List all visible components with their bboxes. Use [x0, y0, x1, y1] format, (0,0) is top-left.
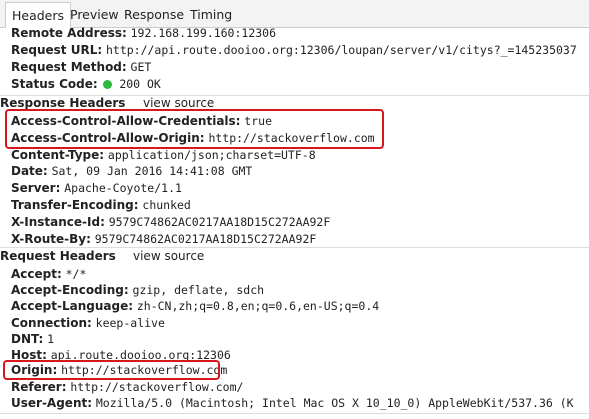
response-header-row: Content-Type: application/json;charset=U…: [11, 147, 316, 164]
header-key: User-Agent:: [11, 396, 93, 410]
header-key: Connection:: [11, 316, 92, 330]
request-header-row: DNT: 1: [11, 331, 54, 348]
header-value: http://api.route.dooioo.org:12306/loupan…: [105, 43, 577, 57]
request-header-row: Connection: keep-alive: [11, 315, 165, 332]
header-value: */*: [65, 267, 87, 281]
header-key: Transfer-Encoding:: [11, 198, 139, 212]
header-key: X-Instance-Id:: [11, 215, 105, 229]
header-value: Sat, 09 Jan 2016 14:41:08 GMT: [51, 164, 253, 178]
tab-timing[interactable]: Timing: [184, 2, 238, 27]
request-view-source-link[interactable]: view source: [133, 248, 204, 265]
header-value: 200 OK: [119, 77, 161, 91]
header-value: 1: [47, 332, 55, 346]
tab-response[interactable]: Response: [118, 2, 190, 27]
response-header-row: Server: Apache-Coyote/1.1: [11, 180, 182, 197]
general-remote-address: Remote Address: 192.168.199.160:12306: [11, 25, 276, 42]
header-key: Request URL:: [11, 43, 103, 57]
response-header-row: Date: Sat, 09 Jan 2016 14:41:08 GMT: [11, 163, 252, 180]
tab-bar: Headers Preview Response Timing: [0, 0, 589, 28]
highlight-box-cors-headers: [5, 109, 384, 149]
general-status-code: Status Code: 200 OK: [11, 76, 161, 93]
header-key: Remote Address:: [11, 26, 127, 40]
general-request-url: Request URL: http://api.route.dooioo.org…: [11, 42, 577, 59]
header-key: X-Route-By:: [11, 232, 91, 246]
header-key: Referer:: [11, 380, 67, 394]
header-value: Mozilla/5.0 (Macintosh; Intel Mac OS X 1…: [95, 396, 574, 410]
response-header-row: X-Instance-Id: 9579C74862AC0217AA18D15C2…: [11, 214, 330, 231]
header-value: GET: [130, 60, 152, 74]
tab-preview[interactable]: Preview: [64, 2, 125, 27]
header-key: Server:: [11, 181, 61, 195]
header-key: Accept-Encoding:: [11, 283, 129, 297]
header-value: zh-CN,zh;q=0.8,en;q=0.6,en-US;q=0.4: [136, 299, 380, 313]
response-header-row: X-Route-By: 9579C74862AC0217AA18D15C272A…: [11, 231, 316, 248]
header-value: chunked: [142, 198, 191, 212]
request-header-row: Accept-Language: zh-CN,zh;q=0.8,en;q=0.6…: [11, 298, 379, 315]
header-value: keep-alive: [95, 316, 165, 330]
header-key: DNT:: [11, 332, 44, 346]
response-header-row: Transfer-Encoding: chunked: [11, 197, 191, 214]
general-request-method: Request Method: GET: [11, 59, 151, 76]
request-header-row: Accept: */*: [11, 266, 86, 283]
header-key: Request Method:: [11, 60, 127, 74]
header-key: Accept:: [11, 267, 62, 281]
header-value: http://stackoverflow.com/: [70, 380, 244, 394]
header-value: application/json;charset=UTF-8: [107, 148, 316, 162]
highlight-box-origin: [3, 360, 220, 380]
header-key: Accept-Language:: [11, 299, 134, 313]
header-value: Apache-Coyote/1.1: [64, 181, 182, 195]
status-ok-icon: [103, 80, 113, 89]
header-key: Date:: [11, 164, 48, 178]
header-value: 9579C74862AC0217AA18D15C272AA92F: [94, 232, 317, 246]
header-key: Status Code:: [11, 77, 98, 91]
request-header-row: User-Agent: Mozilla/5.0 (Macintosh; Inte…: [11, 395, 574, 412]
request-headers-title[interactable]: Request Headers: [0, 248, 116, 265]
request-header-row: Accept-Encoding: gzip, deflate, sdch: [11, 282, 264, 299]
header-value: 9579C74862AC0217AA18D15C272AA92F: [108, 215, 331, 229]
header-value: 192.168.199.160:12306: [130, 26, 277, 40]
header-key: Content-Type:: [11, 148, 105, 162]
section-divider: [0, 413, 589, 414]
request-header-row: Referer: http://stackoverflow.com/: [11, 379, 243, 396]
header-value: gzip, deflate, sdch: [132, 283, 265, 297]
